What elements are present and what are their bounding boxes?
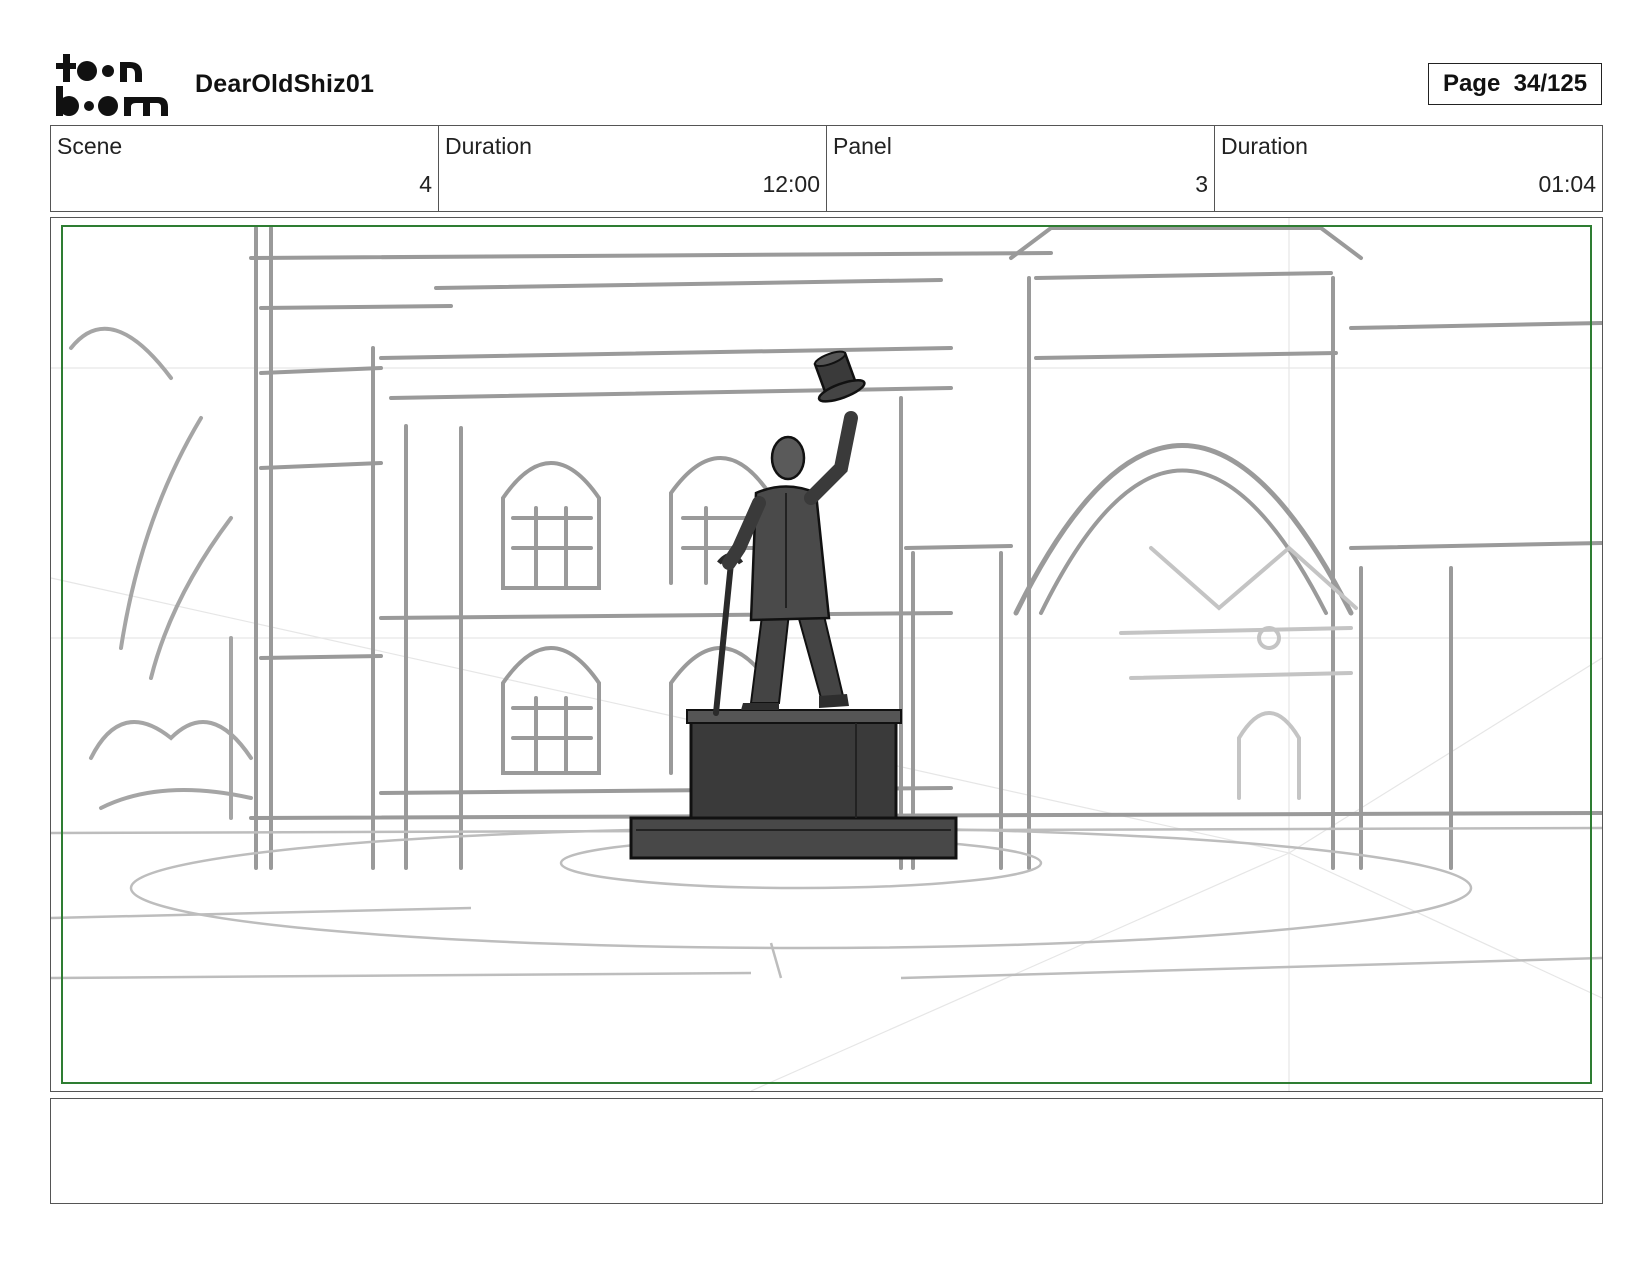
scene-cell: Scene 4	[51, 126, 439, 211]
scene-value: 4	[419, 171, 432, 197]
panel-cell: Panel 3	[827, 126, 1215, 211]
scene-label: Scene	[57, 133, 123, 159]
scene-duration-cell: Duration 12:00	[439, 126, 827, 211]
tree-sketch	[69, 326, 253, 820]
panel-sketch	[51, 218, 1602, 1091]
project-title: DearOldShiz01	[195, 70, 375, 98]
inner-courtyard-sketch	[1119, 545, 1358, 800]
scene-duration-value: 12:00	[762, 171, 820, 197]
panel-notes	[50, 1098, 1603, 1204]
panel-duration-value: 01:04	[1538, 171, 1596, 197]
panel-duration-cell: Duration 01:04	[1215, 126, 1602, 211]
panel-label: Panel	[833, 133, 892, 159]
storyboard-panel	[50, 217, 1603, 1092]
statue	[629, 350, 958, 860]
scene-duration-label: Duration	[445, 133, 532, 159]
page-number: Page 34/125	[1428, 63, 1602, 105]
toon-boom-logo	[56, 54, 168, 116]
panel-value: 3	[1195, 171, 1208, 197]
info-table: Scene 4 Duration 12:00 Panel 3 Duration …	[50, 125, 1603, 212]
panel-duration-label: Duration	[1221, 133, 1308, 159]
